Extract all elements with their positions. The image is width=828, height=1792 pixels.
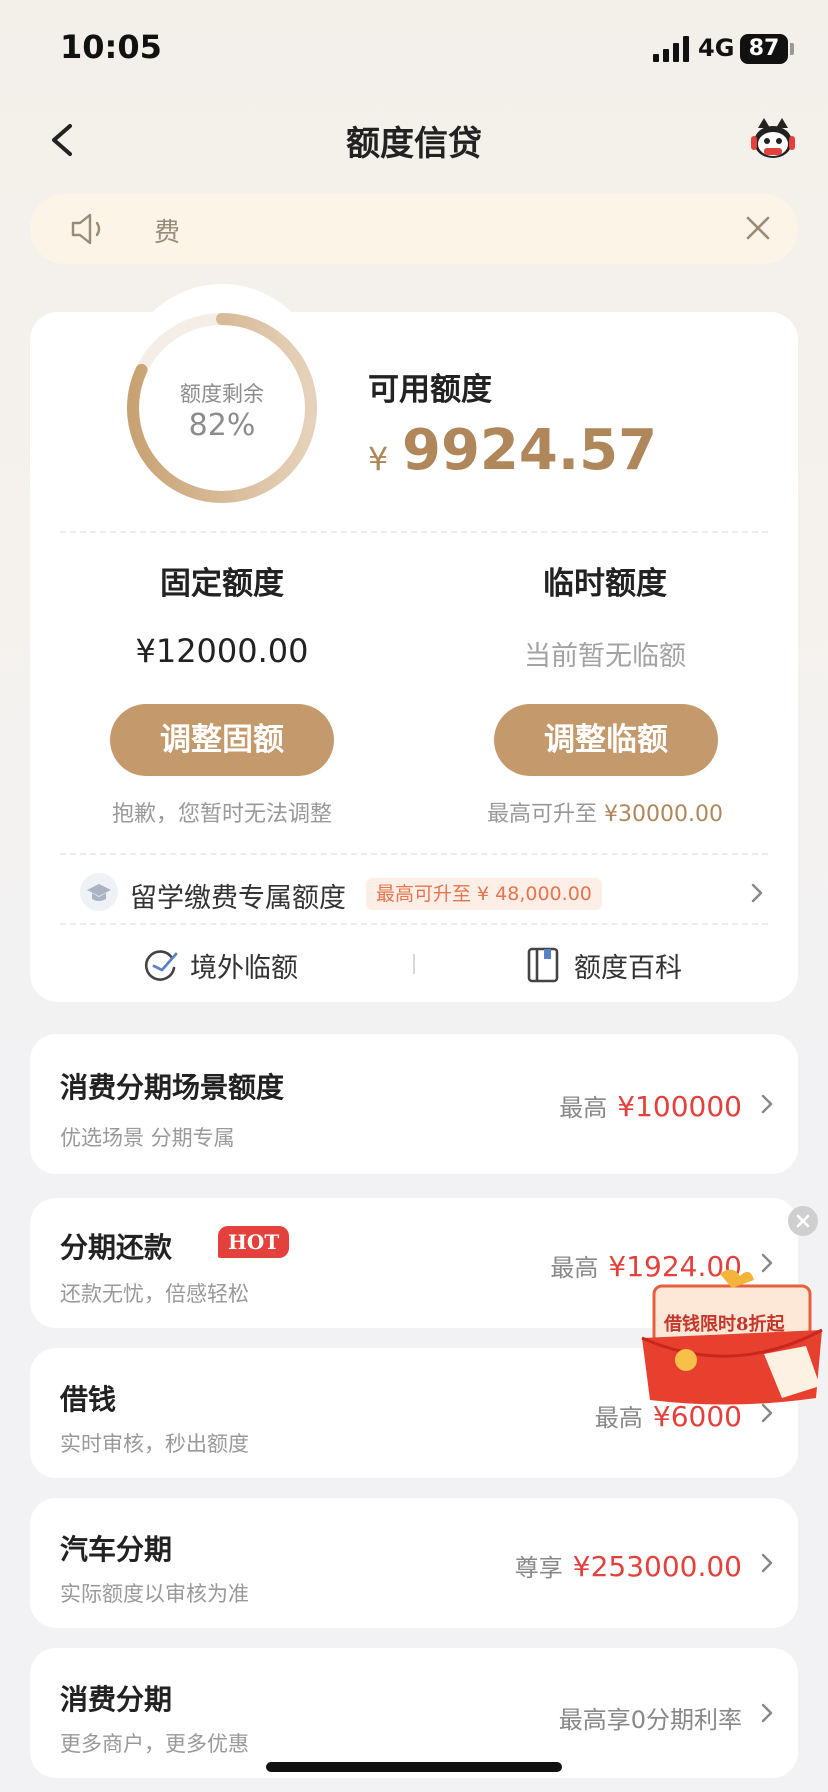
product-limit-text: 最高享0分期利率 — [558, 1706, 742, 1734]
adjust-fixed-button[interactable]: 调整固额 — [110, 704, 334, 776]
available-currency: ¥ — [368, 440, 389, 478]
signal-icon — [653, 36, 689, 62]
network-label: 4G — [698, 34, 735, 62]
product-row-scene-installment[interactable]: 消费分期场景额度 优选场景 分期专属 最高 ¥100000 — [30, 1034, 798, 1174]
product-limit-value: ¥253000.00 — [572, 1550, 742, 1583]
chevron-right-icon — [761, 1703, 773, 1723]
red-envelope-promo-icon[interactable] — [636, 1266, 828, 1410]
mascot-icon[interactable] — [748, 114, 798, 164]
overseas-temp-quota-label: 境外临额 — [190, 953, 298, 984]
study-abroad-quota-row[interactable]: 留学缴费专属额度 最高可升至 ¥ 48,000.00 — [60, 862, 768, 924]
temp-adjust-note: 最高可升至 ¥30000.00 — [440, 796, 770, 828]
speaker-icon — [71, 213, 101, 245]
quota-wiki-link[interactable]: 额度百科 — [526, 940, 696, 990]
chevron-right-icon — [751, 883, 763, 903]
product-title: 消费分期 — [60, 1683, 173, 1716]
temp-note-prefix: 最高可升至 — [487, 802, 598, 827]
product-title: 汽车分期 — [60, 1533, 173, 1566]
product-limit: 最高 ¥100000 — [559, 1088, 742, 1123]
page-title: 额度信贷 — [346, 124, 482, 164]
temp-quota-status: 当前暂无临额 — [524, 641, 686, 672]
notice-bar: 费 — [30, 194, 798, 264]
ring-percent: 82% — [188, 408, 256, 443]
quota-wiki-label: 额度百科 — [574, 953, 682, 984]
battery-nub — [790, 43, 794, 55]
product-title: 借钱 — [60, 1383, 117, 1416]
study-abroad-badge: 最高可升至 ¥ 48,000.00 — [366, 878, 602, 910]
battery-icon: 87 — [740, 34, 788, 64]
home-indicator — [266, 1762, 562, 1772]
plane-globe-icon — [144, 950, 178, 981]
product-title: 分期还款 — [60, 1231, 173, 1264]
link-separator — [413, 954, 415, 974]
fixed-adjust-note: 抱歉，您暂时无法调整 — [111, 802, 332, 827]
fixed-quota-amount: ¥12000.00 — [135, 632, 309, 670]
temp-note-amount: ¥30000.00 — [604, 802, 723, 827]
close-icon — [796, 1214, 810, 1228]
product-limit-prefix: 尊享 — [514, 1554, 563, 1582]
chevron-right-icon — [761, 1553, 773, 1573]
product-limit: 最高享0分期利率 — [559, 1700, 742, 1735]
available-label: 可用额度 — [368, 372, 492, 408]
overseas-temp-quota-link[interactable]: 境外临额 — [142, 940, 312, 990]
ring-label: 额度剩余 — [180, 382, 264, 406]
product-row-consumer-installment[interactable]: 消费分期 更多商户，更多优惠 最高享0分期利率 — [30, 1648, 798, 1778]
fixed-quota-title: 固定额度 — [160, 566, 284, 602]
divider — [60, 853, 768, 855]
available-amount: 9924.57 — [402, 418, 658, 483]
study-abroad-label: 留学缴费专属额度 — [130, 883, 346, 914]
promo-close-button[interactable] — [788, 1206, 818, 1236]
product-subtitle: 实时审核，秒出额度 — [60, 1432, 249, 1456]
close-icon[interactable] — [744, 214, 772, 242]
product-limit-prefix: 最高 — [550, 1254, 599, 1282]
divider — [60, 531, 768, 533]
product-row-car-installment[interactable]: 汽车分期 实际额度以审核为准 尊享 ¥253000.00 — [30, 1498, 798, 1628]
product-title: 消费分期场景额度 — [60, 1071, 285, 1104]
graduation-cap-icon — [80, 873, 118, 911]
book-icon — [527, 947, 559, 983]
hot-badge: HOT — [218, 1226, 290, 1258]
product-subtitle: 还款无忧，倍感轻松 — [60, 1282, 249, 1306]
adjust-temp-button[interactable]: 调整临额 — [494, 704, 718, 776]
product-limit: 尊享 ¥253000.00 — [515, 1548, 742, 1583]
status-bar: 10:05 4G 87 — [0, 0, 828, 100]
product-limit-prefix: 最高 — [559, 1094, 608, 1122]
product-subtitle: 实际额度以审核为准 — [60, 1582, 249, 1606]
nav-bar: 额度信贷 — [0, 100, 828, 180]
status-time: 10:05 — [60, 28, 162, 66]
divider — [60, 923, 768, 925]
temp-quota-title: 临时额度 — [543, 566, 667, 602]
chevron-right-icon — [761, 1094, 773, 1114]
product-subtitle: 优选场景 分期专属 — [60, 1126, 235, 1150]
product-limit-value: ¥100000 — [617, 1090, 742, 1123]
promo-text: 借钱限时8折起 — [664, 1314, 785, 1335]
notice-text: 费 — [154, 218, 181, 248]
product-subtitle: 更多商户，更多优惠 — [60, 1732, 249, 1756]
